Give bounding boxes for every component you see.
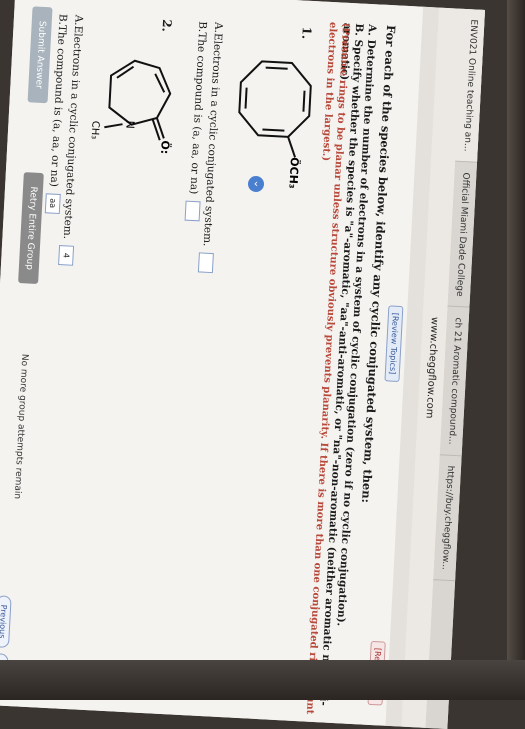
item-2-methyl: CH₃ (89, 120, 101, 139)
photo-bezel-bottom (0, 660, 525, 700)
question-page: [Review Topics] [References] For each of… (0, 0, 424, 726)
url-text: www.cheggflow.com (424, 316, 441, 419)
chevron-left-icon[interactable]: ‹ (248, 176, 264, 192)
item-2-electrons-input[interactable]: 4 (58, 245, 75, 266)
item-2-nitrogen: N (123, 120, 136, 129)
item-1-substituent: ÖCH₃ (286, 157, 302, 189)
browser-window: ENV021 Online teaching an... Official Mi… (0, 0, 486, 729)
item-1-aromaticity-input[interactable] (184, 200, 201, 221)
photo-bezel-right (507, 0, 525, 700)
action-row: Submit Answer Retry Entire Group No more… (7, 6, 53, 499)
item-2-carbonyl: Ö: (158, 140, 173, 154)
azepinone-structure: Ö: N CH₃ (89, 59, 173, 155)
item-2-aromaticity-input[interactable]: aa (44, 192, 61, 214)
retry-group-button[interactable]: Retry Entire Group (18, 172, 44, 285)
item-1-number: 1. (299, 26, 314, 40)
item-1-electrons-input[interactable] (197, 252, 214, 274)
submit-answer-button[interactable]: Submit Answer (27, 6, 53, 104)
cyclooctatetraene-structure: ÖCH₃ (238, 60, 312, 189)
review-topics-button[interactable]: [Review Topics] (384, 305, 404, 382)
item-2-number: 2. (159, 19, 175, 33)
previous-button[interactable]: Previous (0, 595, 12, 648)
attempts-note: No more group attempts remain (11, 353, 30, 500)
